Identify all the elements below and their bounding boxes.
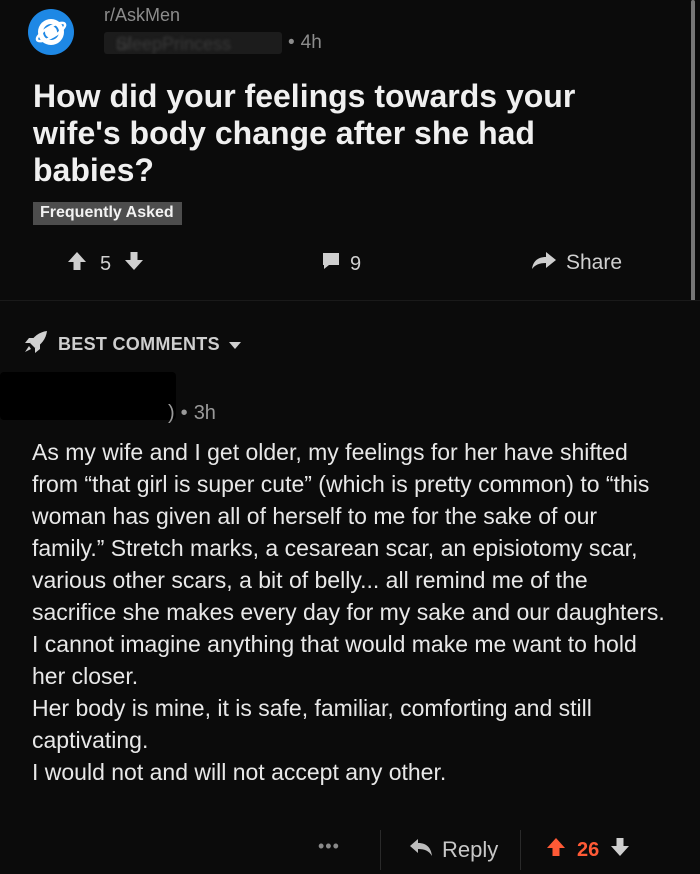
post-age: 4h (300, 32, 322, 53)
comment-count: 9 (350, 252, 362, 275)
upvote-icon[interactable] (66, 250, 88, 278)
comments-button[interactable]: 9 (320, 250, 361, 278)
comment-paragraph: As my wife and I get older, my feelings … (32, 439, 665, 689)
comment-icon (320, 250, 342, 278)
separator-dot: • (288, 32, 295, 53)
upvote-icon[interactable] (545, 836, 567, 864)
sort-dropdown[interactable]: BEST COMMENTS (22, 329, 242, 360)
comment-score: 26 (577, 838, 600, 861)
separator-dot: • (180, 402, 188, 424)
subreddit-name[interactable]: r/AskMen (104, 5, 180, 26)
comment-age: 3h (193, 402, 216, 424)
downvote-icon[interactable] (123, 250, 145, 278)
sort-bar: BEST COMMENTS (0, 300, 700, 380)
reply-label: Reply (442, 837, 499, 862)
divider (380, 830, 381, 870)
post-vote: 5 (66, 250, 145, 278)
comment-meta: ) • 3h (34, 402, 216, 425)
comment-author-tail[interactable]: ) (168, 402, 175, 425)
reply-button[interactable]: Reply (408, 837, 498, 863)
reply-icon (408, 837, 434, 863)
post-title[interactable]: How did your feelings towards your wife'… (33, 78, 653, 189)
comment: ) • 3h As my wife and I get older, my fe… (0, 372, 700, 874)
sort-label: BEST COMMENTS (58, 334, 220, 354)
post-meta: u/SleepPrincess • 4h (104, 32, 322, 54)
post-actions: 5 9 Share (0, 240, 700, 286)
divider (520, 830, 521, 870)
flair-badge[interactable]: Frequently Asked (33, 202, 182, 225)
scrollbar[interactable] (691, 0, 695, 310)
share-button[interactable]: Share (530, 249, 622, 277)
chevron-down-icon (228, 334, 242, 355)
comment-actions: ••• Reply 26 (0, 830, 700, 874)
share-icon (530, 249, 558, 277)
comment-paragraph: Her body is mine, it is safe, familiar, … (32, 695, 592, 753)
post-card: r/AskMen u/SleepPrincess • 4h How did yo… (0, 0, 700, 310)
more-options-button[interactable]: ••• (318, 836, 340, 857)
comment-vote: 26 (545, 836, 631, 864)
rocket-icon (22, 329, 50, 360)
author-name[interactable]: u/SleepPrincess (104, 32, 282, 54)
post-score: 5 (100, 252, 112, 275)
comment-body: As my wife and I get older, my feelings … (32, 436, 672, 788)
comment-paragraph: I would not and will not accept any othe… (32, 759, 447, 785)
share-label: Share (566, 251, 623, 274)
downvote-icon[interactable] (609, 836, 631, 864)
reddit-planet-icon[interactable] (28, 9, 74, 55)
